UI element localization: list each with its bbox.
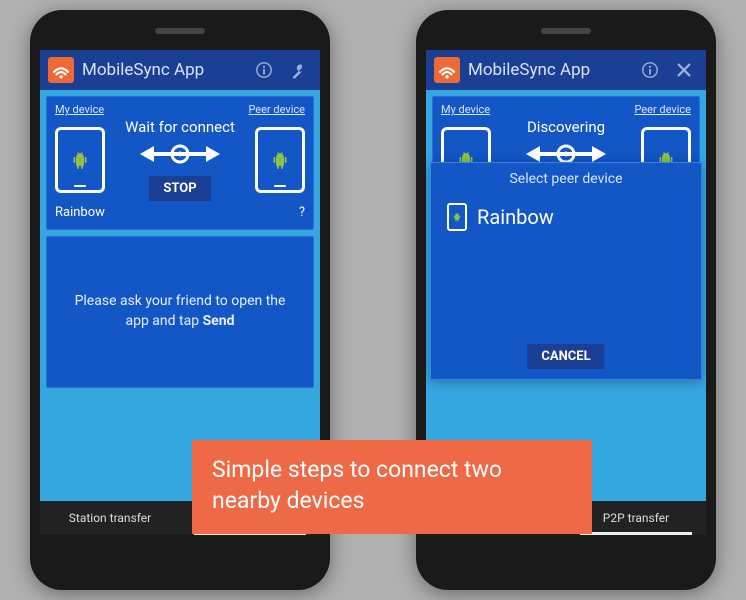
tab-station-label: Station transfer	[69, 511, 151, 525]
my-device-name: Rainbow	[55, 205, 105, 220]
select-peer-dialog: Select peer device Rainbow CANCEL	[430, 162, 702, 380]
app-icon	[48, 57, 74, 83]
message-text: Please ask your friend to open the app a…	[75, 293, 286, 329]
peer-name: Rainbow	[477, 205, 554, 229]
app-title: MobileSync App	[82, 60, 244, 80]
caption-banner: Simple steps to connect two nearby devic…	[192, 440, 592, 534]
message-panel: Please ask your friend to open the app a…	[46, 236, 314, 388]
tab-p2p-label: P2P transfer	[603, 511, 669, 525]
my-device-label[interactable]: My device	[441, 103, 490, 116]
caption-text: Simple steps to connect two nearby devic…	[212, 456, 502, 514]
double-arrow-icon	[105, 140, 255, 168]
peer-list-item[interactable]: Rainbow	[441, 199, 691, 235]
connection-status: Wait for connect	[105, 118, 255, 136]
tools-icon[interactable]	[670, 56, 698, 84]
stop-button[interactable]: STOP	[149, 176, 210, 201]
connection-panel: My device Peer device Wait for connect S…	[46, 96, 314, 230]
app-icon	[434, 57, 460, 83]
peer-device-label[interactable]: Peer device	[248, 103, 305, 116]
peer-device-icon	[255, 127, 305, 193]
cancel-button[interactable]: CANCEL	[527, 344, 604, 369]
phone-icon	[447, 203, 467, 231]
connection-status: Discovering	[491, 118, 641, 136]
my-device-label[interactable]: My device	[55, 103, 104, 116]
peer-device-name: ?	[299, 205, 305, 220]
info-icon[interactable]	[250, 56, 278, 84]
app-title: MobileSync App	[468, 60, 630, 80]
info-icon[interactable]	[636, 56, 664, 84]
my-device-icon	[55, 127, 105, 193]
actionbar: MobileSync App	[426, 50, 706, 90]
tab-station-transfer[interactable]: Station transfer	[40, 501, 180, 535]
wrench-icon[interactable]	[284, 56, 312, 84]
dialog-title: Select peer device	[441, 171, 691, 187]
message-strong: Send	[203, 313, 235, 329]
actionbar: MobileSync App	[40, 50, 320, 90]
peer-device-label[interactable]: Peer device	[634, 103, 691, 116]
